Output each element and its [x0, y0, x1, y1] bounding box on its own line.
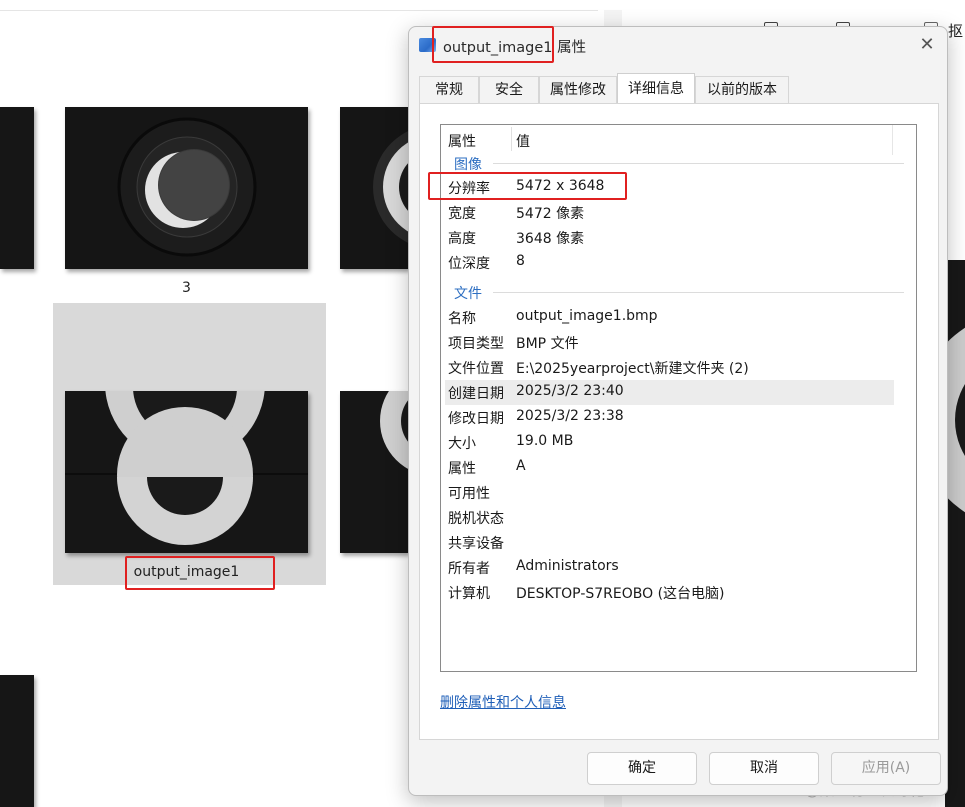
property-value: Administrators [516, 558, 619, 574]
property-value: 8 [516, 253, 525, 269]
property-name: 名称 [448, 311, 476, 327]
property-row-width[interactable]: 宽度 5472 像素 [445, 200, 894, 225]
cancel-button[interactable]: 取消 [709, 752, 819, 785]
property-value: A [516, 458, 526, 474]
property-row-modified[interactable]: 修改日期 2025/3/2 23:38 [445, 405, 894, 430]
property-value: output_image1.bmp [516, 308, 658, 324]
thumbnail-left-partial-2[interactable] [0, 675, 34, 807]
dialog-title: output_image1 属性 [443, 40, 587, 56]
property-row-attributes[interactable]: 属性 A [445, 455, 894, 480]
property-value: 2025/3/2 23:40 [516, 383, 624, 399]
property-name: 所有者 [448, 561, 490, 577]
explorer-divider [0, 10, 598, 11]
property-row-created[interactable]: 创建日期 2025/3/2 23:40 [445, 380, 894, 405]
tab-general[interactable]: 常规 [419, 76, 479, 103]
property-name: 大小 [448, 436, 476, 452]
tab-details[interactable]: 详细信息 [617, 73, 695, 104]
group-title-file: 文件 [454, 286, 482, 302]
column-separator-end [892, 125, 893, 155]
property-row-height[interactable]: 高度 3648 像素 [445, 225, 894, 250]
thumbnail-output-image1[interactable] [65, 391, 308, 553]
tab-strip: 常规 安全 属性修改 详细信息 以前的版本 [419, 73, 939, 104]
column-header-value[interactable]: 值 [516, 131, 530, 151]
property-name: 位深度 [448, 256, 490, 272]
property-name: 宽度 [448, 206, 476, 222]
property-value: 19.0 MB [516, 433, 574, 449]
column-separator[interactable] [511, 127, 512, 151]
tab-modify-properties[interactable]: 属性修改 [539, 76, 617, 103]
property-value: 5472 像素 [516, 206, 585, 222]
property-name: 修改日期 [448, 411, 504, 427]
property-name: 文件位置 [448, 361, 504, 377]
property-row-resolution[interactable]: 分辨率 5472 x 3648 [445, 175, 894, 200]
property-name: 创建日期 [448, 386, 504, 402]
property-row-size[interactable]: 大小 19.0 MB [445, 430, 894, 455]
thumbnail-right-partial-2[interactable] [340, 391, 408, 553]
group-title-image: 图像 [454, 157, 482, 173]
property-name: 高度 [448, 231, 476, 247]
image-file-icon [419, 38, 436, 52]
property-value: 2025/3/2 23:38 [516, 408, 624, 424]
tab-security[interactable]: 安全 [479, 76, 539, 103]
property-value: 3648 像素 [516, 231, 585, 247]
property-row-item-type[interactable]: 项目类型 BMP 文件 [445, 330, 894, 355]
remove-properties-link[interactable]: 删除属性和个人信息 [440, 692, 566, 712]
property-row-name[interactable]: 名称 output_image1.bmp [445, 305, 894, 330]
property-name: 分辨率 [448, 181, 490, 197]
dialog-title-bar[interactable]: output_image1 属性 ✕ [409, 27, 947, 67]
group-divider [493, 292, 904, 293]
thumbnail-label-output-image1: output_image1 [133, 564, 240, 580]
property-row-location[interactable]: 文件位置 E:\2025yearproject\新建文件夹 (2) [445, 355, 894, 380]
thumbnail-3[interactable] [65, 107, 308, 269]
properties-dialog: output_image1 属性 ✕ 常规 安全 属性修改 详细信息 以前的版本… [408, 26, 948, 796]
property-name: 属性 [448, 461, 476, 477]
column-header-name[interactable]: 属性 [448, 131, 476, 151]
group-divider [493, 163, 904, 164]
property-name: 共享设备 [448, 536, 504, 552]
property-name: 计算机 [448, 586, 490, 602]
property-value: E:\2025yearproject\新建文件夹 (2) [516, 361, 749, 377]
property-name: 脱机状态 [448, 511, 504, 527]
property-value: DESKTOP-S7REOBO (这台电脑) [516, 586, 725, 602]
property-row-availability[interactable]: 可用性 [445, 480, 894, 505]
property-row-owner[interactable]: 所有者 Administrators [445, 555, 894, 580]
details-page: 属性 值 图像 分辨率 5472 x 3648 宽度 5472 像素 高度 36… [419, 103, 939, 740]
property-value: BMP 文件 [516, 336, 579, 352]
close-icon[interactable]: ✕ [915, 33, 939, 57]
property-row-computer[interactable]: 计算机 DESKTOP-S7REOBO (这台电脑) [445, 580, 894, 605]
property-name: 项目类型 [448, 336, 504, 352]
property-list[interactable]: 属性 值 图像 分辨率 5472 x 3648 宽度 5472 像素 高度 36… [440, 124, 917, 672]
thumbnail-left-partial[interactable] [0, 107, 34, 269]
list-header: 属性 值 [441, 125, 916, 155]
thumbnail-right-partial[interactable] [340, 107, 408, 269]
property-name: 可用性 [448, 486, 490, 502]
property-value: 5472 x 3648 [516, 178, 605, 194]
ok-button[interactable]: 确定 [587, 752, 697, 785]
tab-previous-versions[interactable]: 以前的版本 [695, 76, 789, 103]
apply-button[interactable]: 应用(A) [831, 752, 941, 785]
toolbar-partial-label: 抠 [948, 22, 964, 40]
thumbnail-label-3: 3 [182, 280, 191, 296]
property-row-shared-with[interactable]: 共享设备 [445, 530, 894, 555]
property-row-bit-depth[interactable]: 位深度 8 [445, 250, 894, 275]
preview-pane-image [945, 260, 965, 807]
property-row-offline-status[interactable]: 脱机状态 [445, 505, 894, 530]
